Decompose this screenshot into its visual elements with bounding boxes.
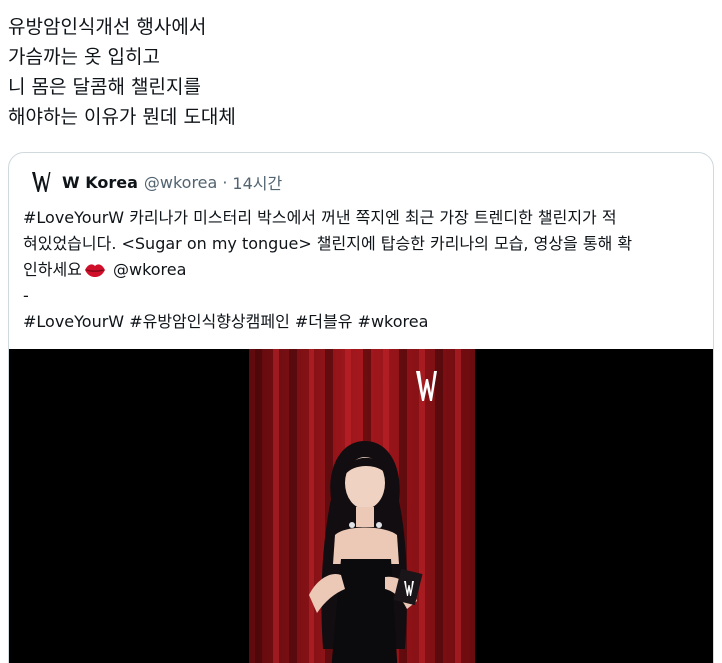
header-separator: ·	[222, 172, 228, 192]
quote-line-3: 인하세요 @wkorea	[23, 257, 703, 283]
post-line-1: 유방암인식개선 행사에서	[8, 16, 207, 38]
video-frame[interactable]	[249, 349, 475, 663]
lips-emoji-icon	[84, 260, 106, 286]
quote-line-5: #LoveYourW #유방암인식향상캠페인 #더블유 #wkorea	[23, 312, 429, 331]
quoted-tweet-card[interactable]: W Korea @wkorea · 14시간 #LoveYourW 카리나가 미…	[8, 152, 714, 663]
video-player[interactable]	[9, 349, 713, 663]
post-line-4: 해야하는 이유가 뭔데 도대체	[8, 106, 236, 128]
post-line-3: 니 몸은 달콤해 챌린지를	[8, 76, 201, 98]
tweet-page: 유방암인식개선 행사에서 가슴까는 옷 입히고 니 몸은 달콤해 챌린지를 해야…	[0, 0, 722, 663]
quote-line-2: 혀있었습니다. <Sugar on my tongue> 챌린지에 탑승한 카리…	[23, 234, 633, 253]
post-line-2: 가슴까는 옷 입히고	[8, 46, 160, 68]
quoted-tweet-text: #LoveYourW 카리나가 미스터리 박스에서 꺼낸 쪽지엔 최근 가장 트…	[23, 205, 703, 335]
post-text: 유방암인식개선 행사에서 가슴까는 옷 입히고 니 몸은 달콤해 챌린지를 해야…	[8, 12, 708, 132]
quoted-author-handle[interactable]: @wkorea	[144, 173, 217, 192]
quoted-author-name[interactable]: W Korea	[62, 173, 138, 192]
quote-line-3-text: 인하세요	[23, 260, 82, 279]
quote-line-1: #LoveYourW 카리나가 미스터리 박스에서 꺼낸 쪽지엔 최근 가장 트…	[23, 208, 617, 227]
quote-line-4: -	[23, 286, 29, 305]
w-logo-icon[interactable]	[30, 169, 52, 195]
quoted-tweet-header: W Korea @wkorea · 14시간	[30, 169, 282, 195]
quoted-timestamp[interactable]: 14시간	[232, 170, 282, 194]
quote-line-3-mention: @wkorea	[107, 260, 187, 279]
